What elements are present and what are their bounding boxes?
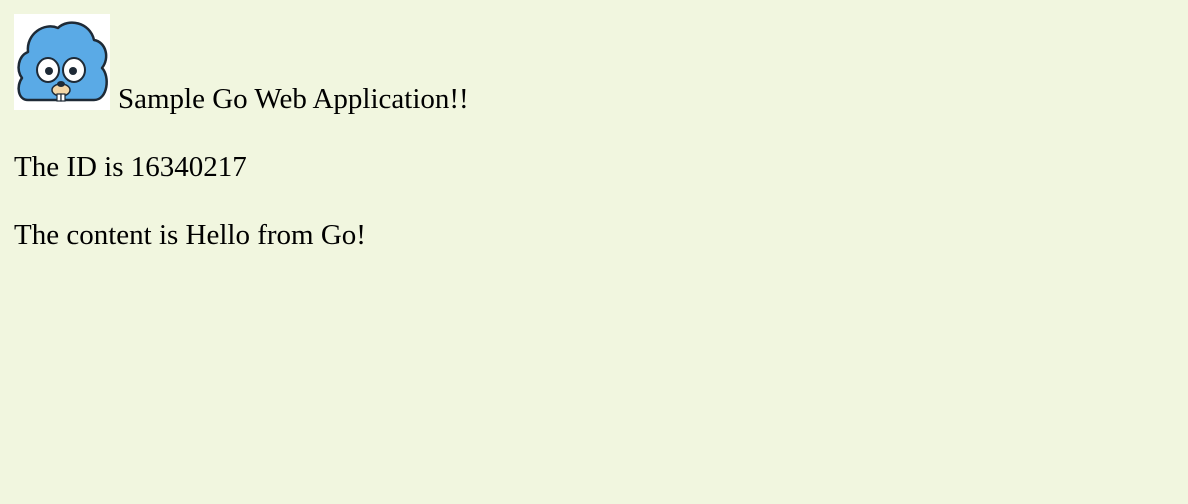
cloud-gopher-logo-icon [14, 14, 110, 110]
content-text: The content is Hello from Go! [14, 219, 366, 251]
page: Sample Go Web Application!! The ID is 16… [0, 0, 1188, 504]
id-text: The ID is 16340217 [14, 151, 247, 183]
page-title: Sample Go Web Application!! [118, 83, 469, 115]
